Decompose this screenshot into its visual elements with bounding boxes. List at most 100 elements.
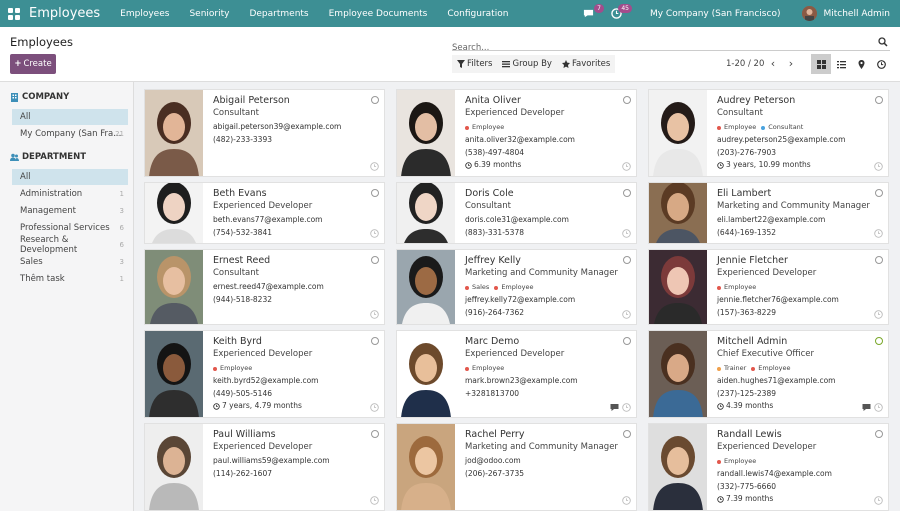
filters-button[interactable]: Filters	[452, 55, 497, 73]
employee-name[interactable]: Ernest Reed	[213, 255, 370, 267]
pager-previous-icon[interactable]: ‹	[767, 57, 779, 71]
employee-name[interactable]: Anita Oliver	[465, 95, 622, 107]
employee-card-jeffrey-kelly[interactable]: Jeffrey Kelly Marketing and Community Man…	[396, 249, 637, 325]
clock-icon	[876, 59, 886, 69]
chat-icon[interactable]	[610, 403, 619, 412]
menu-employees[interactable]: Employees	[110, 9, 179, 19]
employee-card-jennie-fletcher[interactable]: Jennie Fletcher Experienced Developer Empl…	[648, 249, 889, 325]
pager-value[interactable]: 1-20 / 20	[726, 59, 764, 69]
menu-seniority[interactable]: Seniority	[179, 9, 239, 19]
activity-clock-icon[interactable]	[622, 162, 631, 171]
activity-clock-icon[interactable]	[874, 310, 883, 319]
department-item-management[interactable]: Management 3	[12, 203, 128, 219]
map-view-button[interactable]	[851, 54, 871, 74]
employee-card-doris-cole[interactable]: Doris Cole Consultant doris.cole31@example…	[396, 182, 637, 244]
employee-name[interactable]: Rachel Perry	[465, 429, 622, 441]
employee-name[interactable]: Jennie Fletcher	[717, 255, 874, 267]
employee-name[interactable]: Doris Cole	[465, 188, 622, 200]
activity-clock-icon[interactable]	[874, 229, 883, 238]
employee-card-ernest-reed[interactable]: Ernest Reed Consultant ernest.reed47@examp…	[144, 249, 385, 325]
apps-menu-icon[interactable]	[8, 7, 20, 20]
employee-name[interactable]: Paul Williams	[213, 429, 370, 441]
activity-clock-icon[interactable]	[622, 229, 631, 238]
activity-clock-icon[interactable]	[370, 403, 379, 412]
company-item-all[interactable]: All	[12, 109, 128, 125]
app-title[interactable]: Employees	[29, 6, 100, 21]
groupby-label: Group By	[512, 59, 552, 69]
department-item-administration[interactable]: Administration 1	[12, 186, 128, 202]
activity-clock-icon[interactable]	[622, 403, 631, 412]
employee-card-randall-lewis[interactable]: Randall Lewis Experienced Developer Employ…	[648, 423, 889, 511]
department-item-research-development[interactable]: Research & Development 6	[12, 235, 128, 255]
department-item-sales[interactable]: Sales 3	[12, 254, 128, 270]
activity-clock-icon[interactable]	[370, 310, 379, 319]
employee-phone: (916)-264-7362	[465, 307, 524, 317]
employee-name[interactable]: Abigail Peterson	[213, 95, 370, 107]
employee-name[interactable]: Beth Evans	[213, 188, 370, 200]
menu-departments[interactable]: Departments	[239, 9, 318, 19]
create-button[interactable]: + Create	[10, 54, 56, 74]
history-icon	[717, 162, 724, 169]
employee-tags: Employee	[717, 455, 874, 468]
employee-name[interactable]: Audrey Peterson	[717, 95, 874, 107]
search-icon[interactable]	[878, 37, 888, 47]
history-icon	[717, 403, 724, 410]
department-item-them-task[interactable]: Thêm task 1	[12, 271, 128, 287]
employee-card-keith-byrd[interactable]: Keith Byrd Experienced Developer Employee k…	[144, 330, 385, 418]
activity-clock-icon[interactable]	[622, 496, 631, 505]
presence-status-icon	[875, 256, 883, 264]
employee-job: Experienced Developer	[717, 268, 817, 278]
company-switcher[interactable]: My Company (San Francisco)	[650, 9, 780, 19]
activity-clock-icon[interactable]	[370, 496, 379, 505]
employee-name[interactable]: Marc Demo	[465, 336, 622, 348]
employee-card-rachel-perry[interactable]: Rachel Perry Marketing and Community Mana…	[396, 423, 637, 511]
user-menu[interactable]: Mitchell Admin	[823, 9, 890, 19]
activity-clock-icon[interactable]	[874, 496, 883, 505]
company-item-my-company[interactable]: My Company (San Fra... 21	[12, 126, 128, 142]
messaging-menu[interactable]: 7	[578, 0, 604, 27]
employee-card-marc-demo[interactable]: Marc Demo Experienced Developer Employee ma…	[396, 330, 637, 418]
employee-info: Marc Demo Experienced Developer Employee ma…	[465, 336, 622, 400]
activity-clock-icon[interactable]	[370, 229, 379, 238]
tag-dot-icon	[465, 125, 469, 130]
department-item-professional-services[interactable]: Professional Services 6	[12, 220, 128, 236]
menu-employee-documents[interactable]: Employee Documents	[319, 9, 438, 19]
activity-view-button[interactable]	[871, 54, 891, 74]
employee-card-abigail-peterson[interactable]: Abigail Peterson Consultant abigail.peters…	[144, 89, 385, 177]
menu-configuration[interactable]: Configuration	[437, 9, 518, 19]
employee-phone: (482)-233-3393	[213, 134, 272, 144]
employee-name[interactable]: Mitchell Admin	[717, 336, 874, 348]
activity-clock-icon[interactable]	[874, 162, 883, 171]
employee-card-beth-evans[interactable]: Beth Evans Experienced Developer beth.evan…	[144, 182, 385, 244]
employee-name[interactable]: Eli Lambert	[717, 188, 874, 200]
tag-dot-icon	[494, 285, 499, 290]
company-section-title: COMPANY	[10, 92, 69, 102]
employee-seniority: 4.39 months	[717, 400, 874, 413]
activity-clock-icon[interactable]	[874, 403, 883, 412]
employee-name[interactable]: Jeffrey Kelly	[465, 255, 622, 267]
kanban-view-button[interactable]	[811, 54, 831, 74]
employee-job: Experienced Developer	[213, 442, 313, 452]
top-navbar: Employees Employees Seniority Department…	[0, 0, 900, 27]
user-avatar[interactable]	[802, 6, 818, 21]
groupby-button[interactable]: Group By	[497, 55, 556, 73]
department-item-all[interactable]: All	[12, 169, 128, 185]
employee-email: beth.evans77@example.com	[213, 215, 323, 224]
activity-menu[interactable]: 45	[606, 0, 632, 27]
employee-card-mitchell-admin[interactable]: Mitchell Admin Chief Executive Officer Tra…	[648, 330, 889, 418]
employee-photo	[145, 90, 203, 176]
activity-clock-icon[interactable]	[622, 310, 631, 319]
employee-name[interactable]: Keith Byrd	[213, 336, 370, 348]
search-input[interactable]	[452, 43, 872, 53]
pager-next-icon[interactable]: ›	[785, 57, 797, 71]
tag-dot-icon	[465, 285, 469, 290]
activity-clock-icon[interactable]	[370, 162, 379, 171]
employee-card-eli-lambert[interactable]: Eli Lambert Marketing and Community Manag…	[648, 182, 889, 244]
employee-card-paul-williams[interactable]: Paul Williams Experienced Developer paul.w…	[144, 423, 385, 511]
list-view-button[interactable]	[831, 54, 851, 74]
favorites-button[interactable]: Favorites	[557, 55, 615, 73]
employee-card-audrey-peterson[interactable]: Audrey Peterson Consultant Employee Consult…	[648, 89, 889, 177]
employee-card-anita-oliver[interactable]: Anita Oliver Experienced Developer Employe…	[396, 89, 637, 177]
chat-icon[interactable]	[862, 403, 871, 412]
employee-name[interactable]: Randall Lewis	[717, 429, 874, 441]
